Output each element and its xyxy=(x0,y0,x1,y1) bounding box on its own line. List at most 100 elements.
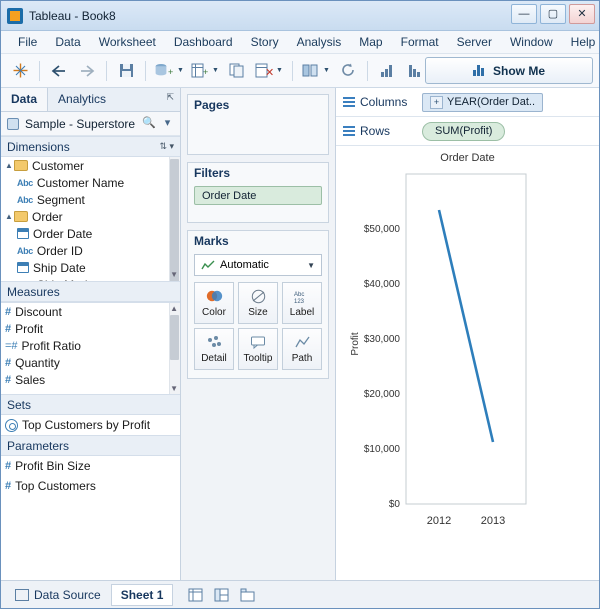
number-icon: # xyxy=(5,357,11,369)
pages-shelf[interactable] xyxy=(188,114,328,154)
menu-file[interactable]: File xyxy=(9,32,46,52)
tree-item-ship-date[interactable]: Ship Date xyxy=(1,259,180,276)
refresh-icon[interactable] xyxy=(335,59,361,83)
chevron-down-icon[interactable]: ▾ xyxy=(161,117,174,130)
tree-item-customer-name[interactable]: Abc Customer Name xyxy=(1,174,180,191)
parameter-top-customers[interactable]: # Top Customers xyxy=(1,476,180,496)
measure-discount[interactable]: # Discount xyxy=(1,303,180,320)
rows-pill-sum-profit[interactable]: SUM(Profit) xyxy=(422,122,505,141)
duplicate-icon[interactable] xyxy=(224,59,250,83)
mark-type-select[interactable]: Automatic ▼ xyxy=(194,254,322,276)
filter-pill-order-date[interactable]: Order Date xyxy=(194,186,322,205)
svg-text:$20,000: $20,000 xyxy=(364,389,401,400)
data-source-tab-label: Data Source xyxy=(34,588,101,602)
menu-worksheet[interactable]: Worksheet xyxy=(90,32,165,52)
maximize-button[interactable]: ▢ xyxy=(540,4,566,24)
marks-tooltip-button[interactable]: Tooltip xyxy=(238,328,278,370)
new-worksheet-icon[interactable] xyxy=(183,584,209,606)
swap-rows-cols-icon[interactable]: ▼ xyxy=(299,59,333,83)
measures-tree[interactable]: # Discount # Profit =# Profit Ratio # Qu… xyxy=(1,302,180,394)
save-icon[interactable] xyxy=(113,59,139,83)
measure-profit-ratio[interactable]: =# Profit Ratio xyxy=(1,337,180,354)
new-worksheet-icon[interactable]: + ▼ xyxy=(188,59,222,83)
tree-item-label: Customer Name xyxy=(37,176,124,190)
measure-profit[interactable]: # Profit xyxy=(1,320,180,337)
forward-arrow-icon[interactable] xyxy=(74,59,100,83)
chart-view[interactable]: Order Date Profit $0 $10,000 $20,000 $30… xyxy=(336,146,599,580)
datasource-row[interactable]: Sample - Superstore 🔍 ▾ xyxy=(1,112,180,136)
search-icon[interactable]: 🔍 xyxy=(142,117,155,130)
set-top-customers-by-profit[interactable]: Top Customers by Profit xyxy=(1,415,180,435)
y-axis-title: Profit xyxy=(350,332,361,356)
marks-path-button[interactable]: Path xyxy=(282,328,322,370)
filters-shelf[interactable]: Order Date xyxy=(188,182,328,222)
sets-list[interactable]: Top Customers by Profit xyxy=(1,415,180,435)
line-chart[interactable]: Profit $0 $10,000 $20,000 $30,000 $40,00… xyxy=(336,164,598,559)
dimensions-sort-icon[interactable]: ⇅ ▾ xyxy=(159,141,174,152)
menu-server[interactable]: Server xyxy=(448,32,501,52)
pages-card[interactable]: Pages xyxy=(187,94,329,155)
rows-shelf[interactable]: Rows SUM(Profit) xyxy=(336,117,599,146)
sort-ascending-icon[interactable] xyxy=(374,59,400,83)
data-pane-collapse-icon[interactable]: ⇱ xyxy=(166,88,180,111)
tab-data-source[interactable]: Data Source xyxy=(5,584,111,606)
measures-scrollbar[interactable]: ▲ ▼ xyxy=(169,303,180,394)
chevron-down-icon[interactable]: ▼ xyxy=(307,261,315,270)
tab-analytics[interactable]: Analytics xyxy=(48,88,116,111)
tree-item-ship-mode[interactable]: Abc Ship Mode xyxy=(1,276,180,281)
menu-format[interactable]: Format xyxy=(392,32,448,52)
marks-size-button[interactable]: Size xyxy=(238,282,278,324)
menu-story[interactable]: Story xyxy=(242,32,288,52)
tab-sheet-1[interactable]: Sheet 1 xyxy=(111,584,174,606)
menu-window[interactable]: Window xyxy=(501,32,562,52)
folder-icon xyxy=(14,211,28,222)
measure-sales[interactable]: # Sales xyxy=(1,371,180,388)
menu-dashboard[interactable]: Dashboard xyxy=(165,32,242,52)
marks-title: Marks xyxy=(188,231,328,250)
show-me-button[interactable]: Show Me xyxy=(425,57,593,84)
tab-data[interactable]: Data xyxy=(1,88,48,111)
marks-color-button[interactable]: Color xyxy=(194,282,234,324)
abc-icon: Abc xyxy=(17,195,33,205)
columns-shelf[interactable]: Columns + YEAR(Order Dat.. xyxy=(336,88,599,117)
marks-label-label: Label xyxy=(290,307,314,318)
parameter-profit-bin-size[interactable]: # Profit Bin Size xyxy=(1,456,180,476)
columns-pill-year-order-date[interactable]: + YEAR(Order Dat.. xyxy=(422,93,543,112)
minimize-button[interactable]: — xyxy=(511,4,537,24)
tree-item-order[interactable]: ▲ Order xyxy=(1,208,180,225)
tableau-logo-icon[interactable] xyxy=(7,59,33,83)
filters-card[interactable]: Filters Order Date xyxy=(187,162,329,223)
color-icon xyxy=(205,289,223,305)
measure-quantity[interactable]: # Quantity xyxy=(1,354,180,371)
back-arrow-icon[interactable] xyxy=(46,59,72,83)
expand-plus-icon[interactable]: + xyxy=(430,96,443,109)
close-button[interactable]: ✕ xyxy=(569,4,595,24)
abc-icon: Abc xyxy=(17,178,33,188)
sheet-tab-label: Sheet 1 xyxy=(121,588,164,602)
menu-map[interactable]: Map xyxy=(350,32,391,52)
marks-label-button[interactable]: Abc123 Label xyxy=(282,282,322,324)
tree-item-customer[interactable]: ▲ Customer xyxy=(1,157,180,174)
dimensions-scrollbar[interactable]: ▼ xyxy=(169,157,180,281)
dimensions-tree[interactable]: ▲ Customer Abc Customer Name Abc Segment… xyxy=(1,157,180,281)
expand-triangle-icon[interactable]: ▲ xyxy=(5,212,14,221)
tree-item-order-id[interactable]: Abc Order ID xyxy=(1,242,180,259)
menu-help[interactable]: Help xyxy=(562,32,600,52)
new-data-source-icon[interactable]: + ▼ xyxy=(152,59,186,83)
expand-triangle-icon[interactable]: ▲ xyxy=(5,161,14,170)
marks-size-label: Size xyxy=(248,307,267,318)
dimensions-header: Dimensions ⇅ ▾ xyxy=(1,136,180,157)
tree-item-label: Segment xyxy=(37,193,85,207)
columns-label: Columns xyxy=(360,95,407,109)
marks-detail-button[interactable]: Detail xyxy=(194,328,234,370)
marks-color-label: Color xyxy=(202,307,226,318)
parameters-list[interactable]: # Profit Bin Size # Top Customers xyxy=(1,456,180,580)
tree-item-segment[interactable]: Abc Segment xyxy=(1,191,180,208)
clear-sheet-icon[interactable]: ✕ ▼ xyxy=(252,59,286,83)
new-story-icon[interactable] xyxy=(235,584,261,606)
parameters-label: Parameters xyxy=(7,439,69,453)
menu-data[interactable]: Data xyxy=(46,32,89,52)
tree-item-order-date[interactable]: Order Date xyxy=(1,225,180,242)
menu-analysis[interactable]: Analysis xyxy=(288,32,351,52)
new-dashboard-icon[interactable] xyxy=(209,584,235,606)
